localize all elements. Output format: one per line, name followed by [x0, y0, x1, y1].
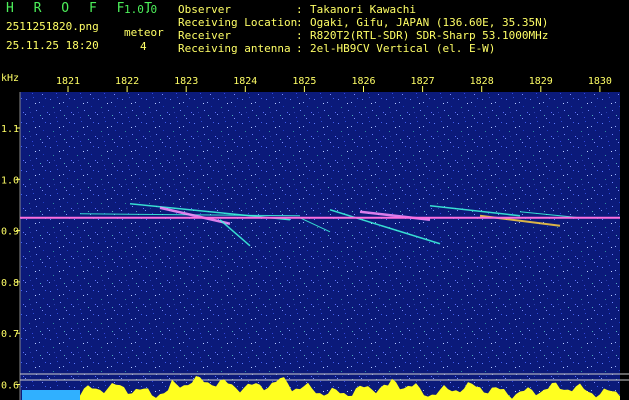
file-name: 2511251820.png — [6, 20, 99, 33]
file-timestamp: 25.11.25 18:20 — [6, 39, 99, 52]
y-tick-label: 1.0 — [1, 175, 19, 186]
x-tick-label: 1829 — [529, 76, 553, 87]
meta-key: Receiving Location — [178, 16, 298, 29]
x-tick-label: 1824 — [233, 76, 257, 87]
x-tick-label: 1827 — [411, 76, 435, 87]
meta-row-observer: Observer: Takanori Kawachi — [178, 3, 416, 16]
y-tick-label: 0.7 — [1, 329, 19, 340]
spectrogram-background — [20, 92, 620, 400]
meta-value: R820T2(RTL-SDR) SDR-Sharp 53.1000MHz — [310, 29, 549, 42]
meta-row-location: Receiving Location: Ogaki, Gifu, JAPAN (1… — [178, 16, 548, 29]
meta-value: Ogaki, Gifu, JAPAN (136.60E, 35.35N) — [310, 16, 549, 29]
meta-key: Observer — [178, 3, 231, 16]
meta-row-antenna: Receiving antenna:2el-HB9CV Vertical (el… — [178, 42, 495, 55]
y-axis-label: kHz — [1, 73, 19, 84]
app-version: 1.0.0 — [124, 3, 158, 16]
y-tick-label: 1.1 — [1, 124, 19, 135]
x-tick-group: 1821 1822 1823 1824 1825 1826 1827 1828 1829 1830 — [56, 76, 612, 92]
y-tick-label: 0.6 — [1, 381, 19, 392]
meta-value: 2el-HB9CV Vertical (el. E-W) — [310, 42, 496, 55]
meta-separator: : — [296, 16, 303, 29]
meta-separator: : — [296, 42, 303, 55]
x-tick-label: 1826 — [351, 76, 375, 87]
meta-separator: : — [296, 29, 303, 42]
x-tick-label: 1830 — [588, 76, 612, 87]
meta-separator: : — [296, 3, 303, 16]
meta-key: Receiver — [178, 29, 231, 42]
meta-row-receiver: Receiver: R820T2(RTL-SDR) SDR-Sharp 53.10… — [178, 29, 548, 42]
x-tick-label: 1825 — [292, 76, 316, 87]
detection-count: 4 — [140, 40, 147, 53]
y-tick-group: 1.1 1.0 0.9 0.8 0.7 0.6 — [1, 124, 20, 392]
x-tick-label: 1823 — [174, 76, 198, 87]
x-tick-label: 1828 — [470, 76, 494, 87]
y-tick-label: 0.9 — [1, 227, 19, 238]
meta-value: Takanori Kawachi — [310, 3, 416, 16]
info-header: H R O F F T 1.0.0 2511251820.png 25.11.2… — [0, 0, 629, 72]
detection-label: meteor — [124, 26, 164, 39]
spectrogram: kHz 1821 1822 1823 1824 1825 1826 1827 1828 1829… — [1, 73, 629, 400]
x-tick-label: 1821 — [56, 76, 80, 87]
meta-key: Receiving antenna — [178, 42, 291, 55]
y-tick-label: 0.8 — [1, 278, 19, 289]
signal-low-segment — [22, 390, 80, 400]
x-tick-label: 1822 — [115, 76, 139, 87]
